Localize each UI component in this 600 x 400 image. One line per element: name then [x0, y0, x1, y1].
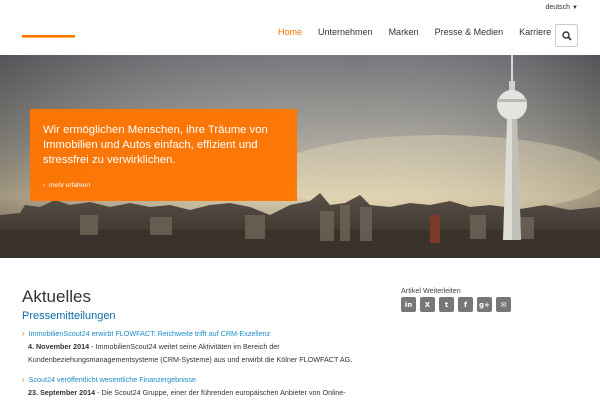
google-plus-icon[interactable]: g+ [477, 297, 492, 312]
news-date: 23. September 2014 [28, 388, 96, 397]
main-nav: Home Unternehmen Marken Presse & Medien … [278, 27, 567, 37]
share-icons: in X t f g+ ✉ [401, 297, 511, 312]
news-title: ImmobilienScout24 erwirbt FLOWFACT: Reic… [28, 329, 271, 338]
nav-presse-medien[interactable]: Presse & Medien [435, 27, 504, 37]
section-subheading: Pressemitteilungen [22, 310, 116, 322]
news-text-2: Kundenbeziehungsmanagementsysteme (CRM-S… [28, 355, 353, 364]
xing-icon[interactable]: X [420, 297, 435, 312]
twitter-icon[interactable]: t [439, 297, 454, 312]
nav-unternehmen[interactable]: Unternehmen [318, 27, 373, 37]
chevron-right-icon: › [22, 329, 25, 338]
caret-down-icon: ▼ [572, 4, 578, 11]
news-item: › ImmobilienScout24 erwirbt FLOWFACT: Re… [22, 329, 352, 366]
email-icon[interactable]: ✉ [496, 297, 511, 312]
language-label: deutsch [545, 4, 571, 11]
news-title-link[interactable]: › Scout24 veröffentlicht wesentliche Fin… [22, 375, 346, 384]
more-link[interactable]: › mehr erfahren [43, 182, 90, 189]
hero-text: Wir ermöglichen Menschen, ihre Träume vo… [43, 124, 268, 166]
chevron-right-icon: › [43, 182, 46, 189]
linkedin-icon[interactable]: in [401, 297, 416, 312]
news-title: Scout24 veröffentlicht wesentliche Finan… [28, 375, 196, 384]
logo[interactable] [22, 35, 75, 38]
hero-callout: Wir ermöglichen Menschen, ihre Träume vo… [30, 109, 297, 201]
news-item: › Scout24 veröffentlicht wesentliche Fin… [22, 375, 346, 399]
chevron-right-icon: › [22, 375, 25, 384]
section-heading: Aktuelles [22, 287, 91, 306]
news-title-link[interactable]: › ImmobilienScout24 erwirbt FLOWFACT: Re… [22, 329, 352, 338]
nav-home[interactable]: Home [278, 27, 302, 37]
facebook-icon[interactable]: f [458, 297, 473, 312]
language-switcher[interactable]: deutsch ▼ [546, 4, 578, 11]
news-body: 23. September 2014 - Die Scout24 Gruppe,… [22, 386, 346, 399]
news-text: - ImmobilienScout24 weitet seine Aktivit… [89, 342, 280, 351]
nav-marken[interactable]: Marken [389, 27, 419, 37]
share-label: Artikel Weiterleiten [401, 286, 461, 295]
search-icon [561, 30, 572, 41]
news-body: 4. November 2014 - ImmobilienScout24 wei… [22, 340, 352, 366]
more-link-label: mehr erfahren [49, 182, 90, 189]
news-text: - Die Scout24 Gruppe, einer der führende… [95, 388, 346, 397]
news-date: 4. November 2014 [28, 342, 90, 351]
nav-karriere[interactable]: Karriere [519, 27, 551, 37]
hero-banner: Wir ermöglichen Menschen, ihre Träume vo… [0, 55, 600, 258]
search-button[interactable] [555, 24, 578, 47]
header: Home Unternehmen Marken Presse & Medien … [0, 16, 600, 55]
